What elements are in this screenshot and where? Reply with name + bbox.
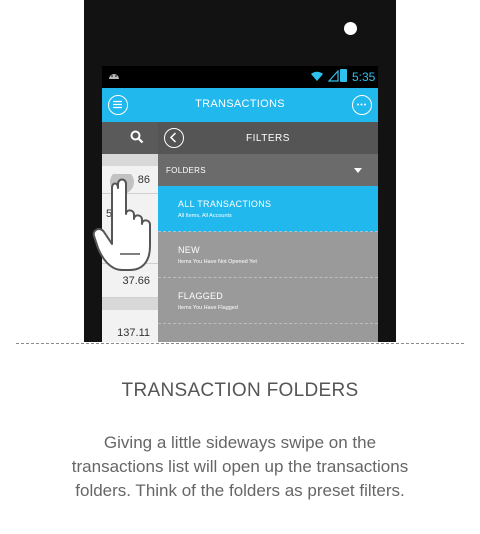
filters-title: FILTERS (246, 133, 290, 144)
section-divider (16, 343, 464, 344)
phone-camera (344, 22, 357, 35)
status-bar: 5:35 (102, 66, 378, 88)
list-section-divider (102, 298, 158, 310)
filters-header: FILTERS (158, 122, 378, 154)
folder-item-flagged[interactable]: FLAGGED Items You Have Flagged (158, 278, 378, 324)
list-section-divider (102, 154, 158, 166)
android-icon (109, 74, 119, 79)
folder-item-subtitle: Items You Have Not Opened Yet (178, 259, 257, 265)
app-bar: TRANSACTIONS (102, 88, 378, 122)
more-button[interactable] (352, 95, 372, 115)
folder-item-title: ALL TRANSACTIONS (178, 199, 272, 209)
caption-heading: TRANSACTION FOLDERS (121, 380, 359, 401)
search-icon[interactable] (130, 130, 144, 144)
list-search-bar[interactable] (102, 122, 158, 154)
folder-item-new[interactable]: NEW Items You Have Not Opened Yet (158, 232, 378, 278)
status-time: 5:35 (352, 70, 376, 84)
list-item-amount: 137.11 (117, 327, 150, 339)
wifi-icon (311, 71, 323, 81)
folders-dropdown[interactable]: FOLDERS (158, 154, 378, 186)
folder-item-all-transactions[interactable]: ALL TRANSACTIONS All Items, All Accounts (158, 186, 378, 232)
list-item[interactable]: 137.11 (102, 310, 158, 342)
folder-item-subtitle: All Items, All Accounts (178, 213, 232, 219)
signal-icon (328, 70, 339, 82)
battery-icon (340, 69, 347, 82)
filters-panel: FILTERS FOLDERS ALL TRANSACTIONS All Ite… (158, 122, 378, 342)
app-bar-title: TRANSACTIONS (195, 98, 285, 110)
hand-gesture-icon (92, 174, 151, 271)
more-icon (357, 103, 366, 106)
folder-item-title: FLAGGED (178, 291, 224, 301)
dropdown-arrow-icon (354, 168, 362, 173)
caption-body: Giving a little sideways swipe on the tr… (71, 433, 409, 500)
folder-item-subtitle: Items You Have Flagged (178, 305, 238, 311)
